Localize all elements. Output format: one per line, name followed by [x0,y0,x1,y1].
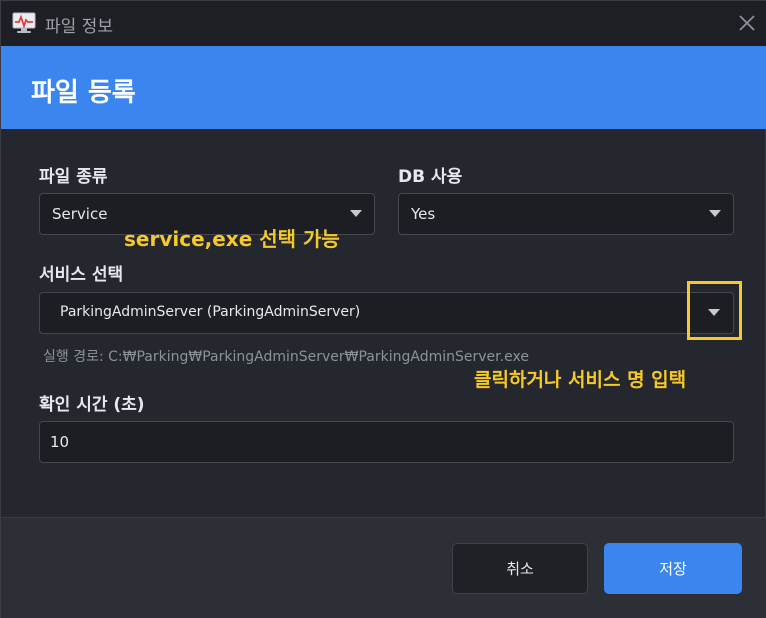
db-use-select[interactable]: Yes [398,193,734,235]
dialog-header: 파일 등록 [1,46,766,129]
close-icon[interactable] [733,9,761,37]
title-bar: 파일 정보 [1,1,766,46]
chevron-down-icon [350,210,362,217]
monitor-icon [12,12,36,33]
service-select-label: 서비스 선택 [39,265,124,285]
select-hint-annotation: service,exe 선택 가능 [124,227,340,251]
service-select-value: ParkingAdminServer (ParkingAdminServer) [60,304,361,320]
service-select[interactable]: ParkingAdminServer (ParkingAdminServer) [39,292,734,334]
input-hint-annotation: 클릭하거나 서비스 명 입택 [474,369,687,391]
dropdown-highlight-box [687,281,742,340]
executable-path: 실행 경로: C:₩Parking₩ParkingAdminServer₩Par… [43,349,529,365]
window-title: 파일 정보 [45,17,113,37]
file-type-value: Service [52,205,108,223]
dialog-title: 파일 등록 [31,78,136,108]
file-info-dialog: 파일 정보 파일 등록 파일 종류 Service DB 사용 Yes serv… [0,0,766,618]
dialog-footer: 취소 저장 [1,517,766,618]
check-time-label: 확인 시간 (초) [39,395,145,415]
db-use-label: DB 사용 [398,167,463,187]
cancel-button[interactable]: 취소 [452,543,588,594]
save-button[interactable]: 저장 [604,543,742,594]
check-time-input[interactable] [39,421,734,463]
chevron-down-icon [709,210,721,217]
db-use-value: Yes [411,205,436,223]
file-type-label: 파일 종류 [39,167,108,187]
